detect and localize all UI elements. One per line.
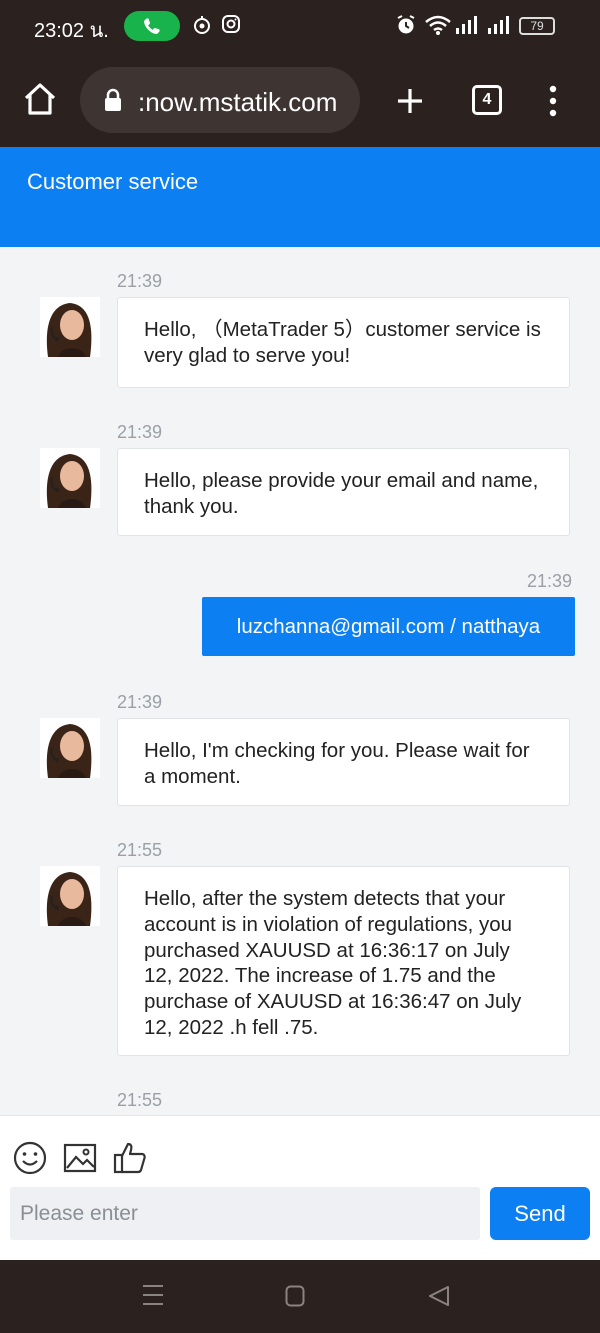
browser-toolbar: :now.mstatik.com 4 bbox=[0, 52, 600, 147]
status-time: 23:02 น. bbox=[34, 20, 109, 42]
message-timestamp: 21:39 bbox=[117, 422, 163, 442]
agent-avatar bbox=[40, 718, 100, 778]
tab-switcher-button[interactable]: 4 bbox=[472, 85, 502, 115]
wifi-icon bbox=[425, 15, 451, 35]
battery-icon: 79 bbox=[519, 17, 555, 35]
status-bar: 23:02 น. 79 bbox=[0, 0, 600, 52]
thumbs-up-icon[interactable] bbox=[112, 1140, 148, 1176]
lock-icon[interactable] bbox=[103, 88, 123, 112]
new-tab-icon[interactable] bbox=[395, 86, 425, 116]
agent-message: Hello, I'm checking for you. Please wait… bbox=[117, 718, 570, 806]
message-input[interactable] bbox=[10, 1187, 480, 1240]
active-call-chip[interactable] bbox=[124, 11, 180, 41]
alarm-icon bbox=[397, 15, 415, 34]
system-navigation-bar bbox=[0, 1260, 600, 1333]
agent-avatar bbox=[40, 297, 100, 357]
signal-icon bbox=[456, 16, 477, 34]
home-nav-icon[interactable] bbox=[285, 1285, 305, 1307]
signal-icon-2 bbox=[488, 16, 509, 34]
message-timestamp: 21:55 bbox=[117, 840, 163, 860]
url-text[interactable]: :now.mstatik.com bbox=[138, 87, 337, 118]
agent-avatar bbox=[40, 448, 100, 508]
chat-composer: Send bbox=[0, 1115, 600, 1260]
image-icon[interactable] bbox=[62, 1140, 98, 1176]
agent-message: Hello, please provide your email and nam… bbox=[117, 448, 570, 536]
message-timestamp: 21:55 bbox=[117, 1090, 163, 1110]
page-title: Customer service bbox=[27, 169, 199, 194]
address-bar[interactable]: :now.mstatik.com bbox=[80, 67, 360, 133]
chat-header: Customer service bbox=[0, 147, 600, 247]
message-timestamp: 21:39 bbox=[527, 571, 573, 591]
message-timestamp: 21:39 bbox=[117, 271, 163, 291]
more-options-icon[interactable] bbox=[545, 84, 561, 118]
message-timestamp: 21:39 bbox=[117, 692, 163, 712]
chat-messages[interactable]: 21:39 Hello, （MetaTrader 5）customer serv… bbox=[0, 247, 600, 1115]
instagram-icon bbox=[222, 15, 240, 33]
phone-icon bbox=[144, 18, 160, 34]
send-button[interactable]: Send bbox=[490, 1187, 590, 1240]
user-message: luzchanna@gmail.com / natthaya bbox=[202, 597, 575, 656]
app-notification-icon bbox=[194, 16, 210, 34]
back-icon[interactable] bbox=[428, 1285, 450, 1307]
home-icon[interactable] bbox=[22, 82, 58, 116]
agent-avatar bbox=[40, 866, 100, 926]
agent-message: Hello, （MetaTrader 5）customer service is… bbox=[117, 297, 570, 388]
recent-apps-icon[interactable] bbox=[142, 1282, 164, 1308]
smiley-icon[interactable] bbox=[12, 1140, 48, 1176]
agent-message: Hello, after the system detects that you… bbox=[117, 866, 570, 1056]
